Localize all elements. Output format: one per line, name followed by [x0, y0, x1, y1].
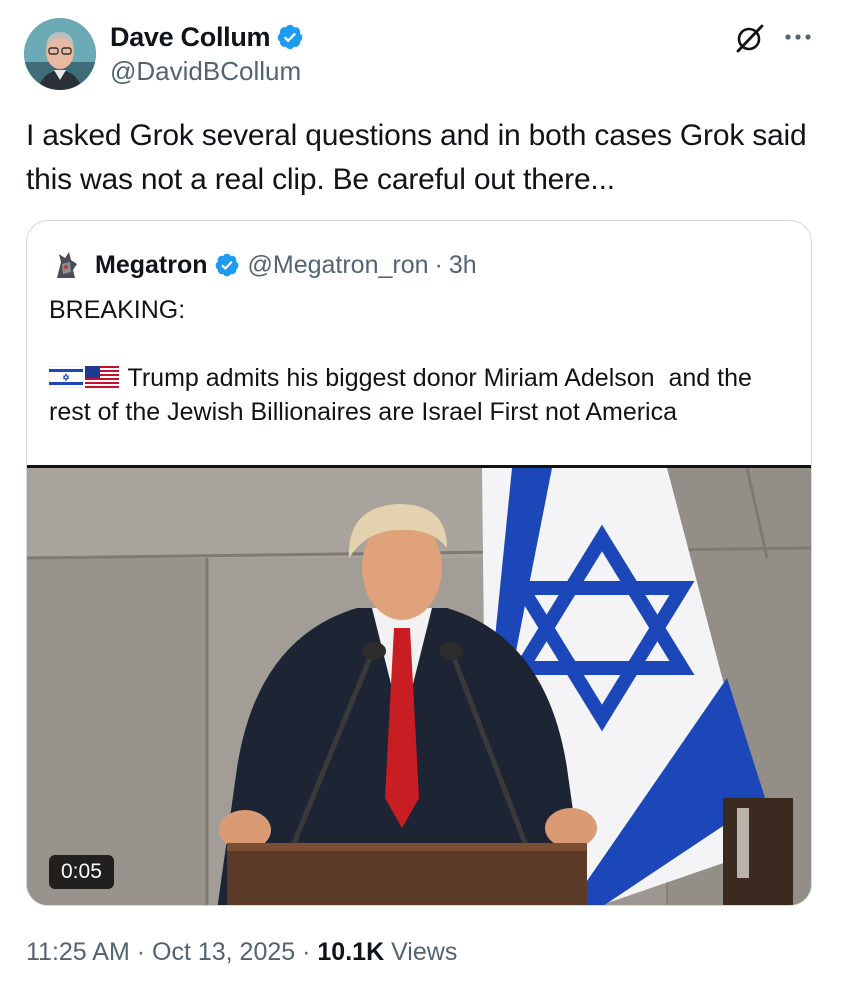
author-handle[interactable]: @DavidBCollum	[110, 56, 304, 87]
tweet-author: Dave Collum @DavidBCollum	[110, 20, 304, 87]
quoted-author-avatar[interactable]	[49, 248, 83, 282]
quoted-author-handle[interactable]: @Megatron_ron	[248, 251, 429, 280]
author-name[interactable]: Dave Collum	[110, 22, 271, 53]
quoted-timestamp[interactable]: 3h	[449, 251, 477, 280]
views-label[interactable]: Views	[391, 938, 457, 966]
separator-dot: ·	[136, 938, 146, 966]
tweet-text: I asked Grok several questions and in bo…	[26, 119, 815, 196]
quoted-author-name[interactable]: Megatron	[95, 251, 208, 280]
quoted-header: Megatron @Megatron_ron · 3h	[49, 247, 477, 283]
more-icon[interactable]	[783, 28, 813, 46]
grok-icon[interactable]	[734, 22, 766, 54]
video-duration: 0:05	[49, 855, 114, 889]
quoted-body: Trump admits his biggest donor Miriam Ad…	[49, 364, 759, 426]
video-player[interactable]: 0:05	[27, 465, 811, 905]
separator-dot: ·	[302, 938, 311, 966]
quoted-breaking: BREAKING:	[49, 296, 186, 324]
quoted-tweet[interactable]: Megatron @Megatron_ron · 3h BREAKING: Tr…	[26, 220, 812, 906]
us-flag-icon	[85, 366, 119, 388]
separator-dot: ·	[434, 250, 443, 279]
israel-flag-icon	[49, 366, 83, 388]
verified-badge-icon	[215, 253, 238, 277]
tweet-metadata: 11:25 AM · Oct 13, 2025 · 10.1K Views	[26, 938, 457, 967]
tweet-date[interactable]: Oct 13, 2025	[152, 938, 295, 966]
quoted-text: BREAKING: Trump admits his biggest donor…	[49, 293, 799, 429]
video-thumbnail	[27, 468, 811, 905]
verified-badge-icon	[277, 24, 303, 50]
quoted-avatar-image	[49, 248, 83, 282]
author-avatar[interactable]	[24, 18, 96, 90]
tweet-time[interactable]: 11:25 AM	[26, 938, 130, 966]
views-count[interactable]: 10.1K	[317, 938, 384, 966]
author-avatar-image	[24, 18, 96, 90]
